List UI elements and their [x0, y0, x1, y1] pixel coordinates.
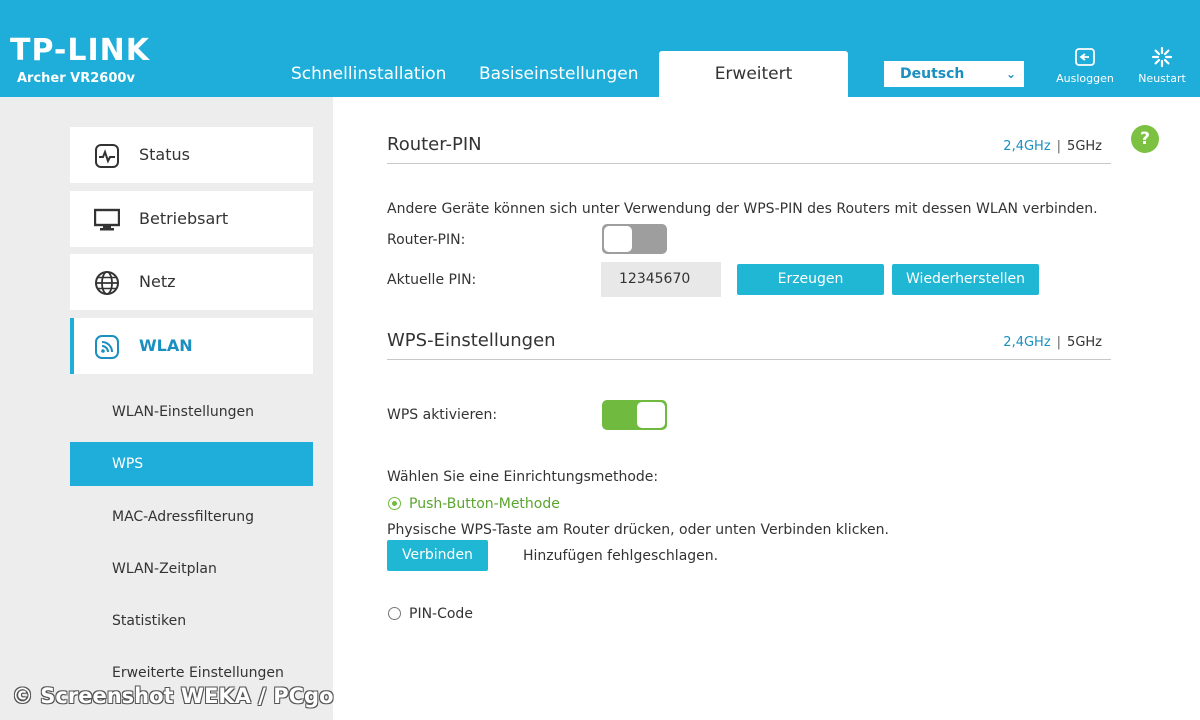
- globe-icon: [95, 271, 119, 295]
- restart-icon: [1151, 46, 1173, 68]
- pin-code-radio[interactable]: [388, 607, 401, 620]
- sidebar-item-label: WLAN: [139, 336, 193, 355]
- sidebar-item-label: Netz: [139, 272, 176, 291]
- restore-pin-button[interactable]: Wiederherstellen: [892, 264, 1039, 295]
- nav-advanced[interactable]: Erweitert: [659, 51, 848, 97]
- pin-code-label[interactable]: PIN-Code: [409, 606, 473, 622]
- watermark: © Screenshot WEKA / PCgo: [12, 684, 334, 708]
- sidebar-subitem-wlan-settings[interactable]: WLAN-Einstellungen: [70, 390, 313, 434]
- sidebar-item-label: Betriebsart: [139, 209, 229, 228]
- push-button-radio[interactable]: [388, 497, 401, 510]
- language-select[interactable]: Deutsch ⌄: [884, 61, 1024, 87]
- push-instruction: Physische WPS-Taste am Router drücken, o…: [387, 522, 889, 538]
- current-pin-field: 12345670: [601, 262, 721, 297]
- sidebar-item-label: Status: [139, 145, 190, 164]
- wps-section-title: WPS-Einstellungen: [387, 330, 556, 351]
- logout-icon: [1075, 48, 1095, 66]
- section-divider: [387, 359, 1111, 360]
- sidebar-subitem-wps[interactable]: WPS: [70, 442, 313, 486]
- model-name: Archer VR2600v: [17, 71, 135, 86]
- section-divider: [387, 163, 1111, 164]
- sidebar-subitem-statistics[interactable]: Statistiken: [70, 599, 313, 643]
- current-pin-label: Aktuelle PIN:: [387, 272, 477, 288]
- toggle-knob: [637, 402, 665, 428]
- band-24ghz-link[interactable]: 2,4GHz: [1003, 335, 1050, 350]
- restart-button[interactable]: Neustart: [1127, 46, 1197, 85]
- router-pin-label: Router-PIN:: [387, 232, 466, 248]
- language-value: Deutsch: [900, 66, 965, 82]
- wps-band-switch: 2,4GHz | 5GHz: [1003, 335, 1102, 350]
- sidebar-item-status[interactable]: Status: [70, 127, 313, 183]
- status-pulse-icon: [95, 144, 119, 168]
- router-pin-band-switch: 2,4GHz | 5GHz: [1003, 139, 1102, 154]
- chevron-down-icon: ⌄: [1005, 67, 1016, 81]
- router-pin-section-title: Router-PIN: [387, 134, 482, 155]
- restart-label: Neustart: [1138, 72, 1186, 85]
- sidebar-subitem-wlan-schedule[interactable]: WLAN-Zeitplan: [70, 547, 313, 591]
- logout-label: Ausloggen: [1056, 72, 1114, 85]
- wps-enable-label: WPS aktivieren:: [387, 407, 498, 423]
- monitor-icon: [94, 208, 120, 231]
- sidebar-item-network[interactable]: Netz: [70, 254, 313, 310]
- nav-basic-settings[interactable]: Basiseinstellungen: [479, 64, 638, 84]
- band-separator: |: [1056, 335, 1062, 350]
- brand-logo: TP-LINK: [10, 33, 151, 68]
- router-pin-description: Andere Geräte können sich unter Verwendu…: [387, 201, 1098, 217]
- sidebar-subitem-mac-filter[interactable]: MAC-Adressfilterung: [70, 495, 313, 539]
- sidebar-item-operation-mode[interactable]: Betriebsart: [70, 191, 313, 247]
- band-separator: |: [1056, 139, 1062, 154]
- connect-button[interactable]: Verbinden: [387, 540, 488, 571]
- sidebar-item-wlan[interactable]: WLAN: [70, 318, 313, 374]
- band-5ghz-link[interactable]: 5GHz: [1067, 335, 1102, 350]
- nav-quick-setup[interactable]: Schnellinstallation: [291, 64, 446, 84]
- push-button-label[interactable]: Push-Button-Methode: [409, 496, 560, 512]
- band-5ghz-link[interactable]: 5GHz: [1067, 139, 1102, 154]
- wps-status-text: Hinzufügen fehlgeschlagen.: [523, 548, 719, 564]
- logout-button[interactable]: Ausloggen: [1050, 46, 1120, 85]
- router-pin-toggle[interactable]: [602, 224, 667, 254]
- wifi-icon: [95, 335, 119, 359]
- method-prompt: Wählen Sie eine Einrichtungsmethode:: [387, 469, 659, 485]
- toggle-knob: [604, 226, 632, 252]
- band-24ghz-link[interactable]: 2,4GHz: [1003, 139, 1050, 154]
- help-button[interactable]: ?: [1131, 125, 1159, 153]
- top-header: TP-LINK Archer VR2600v Schnellinstallati…: [0, 0, 1200, 97]
- generate-pin-button[interactable]: Erzeugen: [737, 264, 884, 295]
- wps-enable-toggle[interactable]: [602, 400, 667, 430]
